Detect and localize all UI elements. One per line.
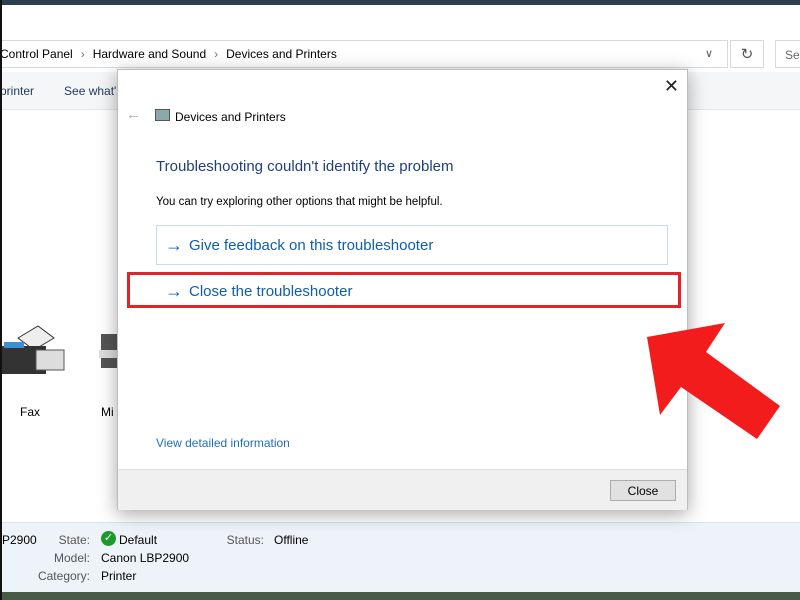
red-arrow-annotation-icon — [647, 323, 780, 439]
